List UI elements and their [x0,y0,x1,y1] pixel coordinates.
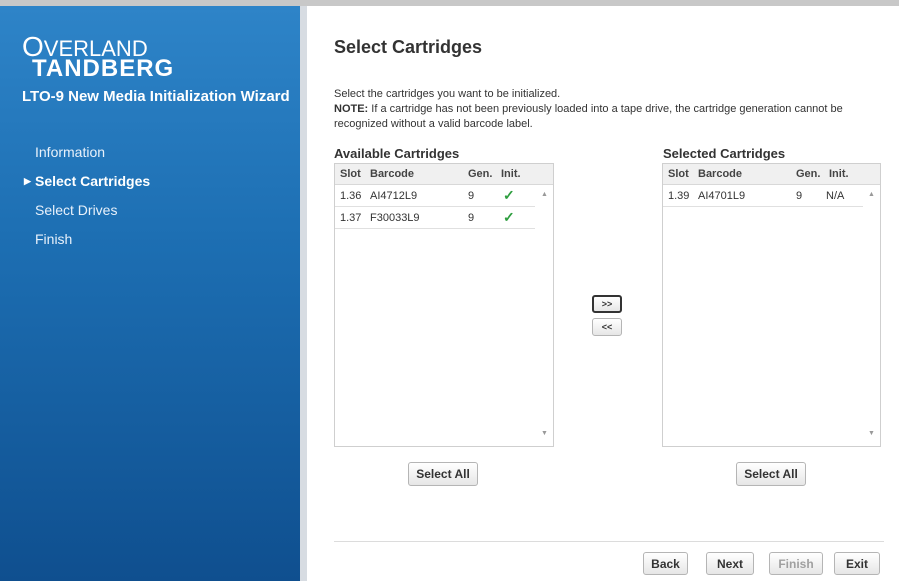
column-header-init[interactable]: Init. [829,168,849,180]
cell-barcode: AI4701L9 [698,190,746,202]
cell-barcode: AI4712L9 [370,190,418,202]
instruction-text: Select the cartridges you want to be ini… [334,88,561,100]
nav-item-information[interactable]: Information [35,138,150,167]
nav-item-label: Select Drives [35,202,118,218]
nav-item-select-cartridges[interactable]: ▶ Select Cartridges [24,167,151,196]
nav-item-select-drives[interactable]: Select Drives [35,196,150,225]
table-header: Slot Barcode Gen. Init. [663,164,880,185]
table-row[interactable]: 1.36 AI4712L9 9 ✓ [335,185,535,207]
triangle-right-icon: ▶ [24,176,31,186]
logo-line-2: TANDBERG [32,55,175,82]
cell-gen: 9 [468,212,475,224]
scroll-up-arrow-icon[interactable]: ▲ [541,191,548,198]
sidebar-divider [300,6,307,581]
selected-cartridges-title: Selected Cartridges [663,146,786,161]
scroll-up-arrow-icon[interactable]: ▲ [868,191,875,198]
column-header-gen[interactable]: Gen. [468,168,492,180]
nav-item-finish[interactable]: Finish [35,225,150,254]
selected-select-all-button[interactable]: Select All [736,462,806,486]
cell-gen: 9 [468,190,475,202]
available-cartridges-title: Available Cartridges [334,146,460,161]
note-label: NOTE: [334,103,369,115]
table-row[interactable]: 1.39 AI4701L9 9 N/A [663,185,863,207]
cell-barcode: F30033L9 [370,212,420,224]
column-header-slot[interactable]: Slot [340,168,361,180]
column-header-gen[interactable]: Gen. [796,168,820,180]
cell-slot: 1.37 [340,212,362,224]
scroll-down-arrow-icon[interactable]: ▼ [541,430,548,437]
column-header-barcode[interactable]: Barcode [698,168,742,180]
cell-gen: 9 [796,190,803,202]
column-header-init[interactable]: Init. [501,168,521,180]
note-body: If a cartridge has not been previously l… [334,103,843,130]
checkmark-icon: ✓ [503,187,515,203]
nav-item-label: Information [35,144,106,160]
footer-divider [334,541,884,542]
page-title: Select Cartridges [334,37,483,57]
sidebar: OVERLAND TANDBERG LTO-9 New Media Initia… [0,6,307,581]
note-text: NOTE: If a cartridge has not been previo… [334,102,874,132]
page-description: Select the cartridges you want to be ini… [334,87,874,132]
checkmark-icon: ✓ [503,209,515,225]
remove-from-selected-button[interactable]: << [592,318,622,336]
table-header: Slot Barcode Gen. Init. [335,164,553,185]
column-header-barcode[interactable]: Barcode [370,168,414,180]
cell-init: N/A [826,190,845,202]
nav-item-label: Select Cartridges [35,173,151,189]
exit-button[interactable]: Exit [834,552,880,575]
wizard-steps-nav: Information ▶ Select Cartridges Select D… [24,138,151,254]
next-button[interactable]: Next [706,552,754,575]
add-to-selected-button[interactable]: >> [592,295,622,313]
nav-item-label: Finish [35,231,73,247]
available-cartridges-table[interactable]: Slot Barcode Gen. Init. 1.36 AI4712L9 9 … [334,163,554,447]
table-row[interactable]: 1.37 F30033L9 9 ✓ [335,207,535,229]
cell-slot: 1.36 [340,190,362,202]
available-select-all-button[interactable]: Select All [408,462,478,486]
back-button[interactable]: Back [643,552,688,575]
scroll-down-arrow-icon[interactable]: ▼ [868,430,875,437]
finish-button[interactable]: Finish [769,552,823,575]
column-header-slot[interactable]: Slot [668,168,689,180]
selected-cartridges-table[interactable]: Slot Barcode Gen. Init. 1.39 AI4701L9 9 … [662,163,881,447]
wizard-title: LTO-9 New Media Initialization Wizard [22,88,290,105]
cell-slot: 1.39 [668,190,690,202]
overland-tandberg-logo: OVERLAND TANDBERG [22,33,175,82]
